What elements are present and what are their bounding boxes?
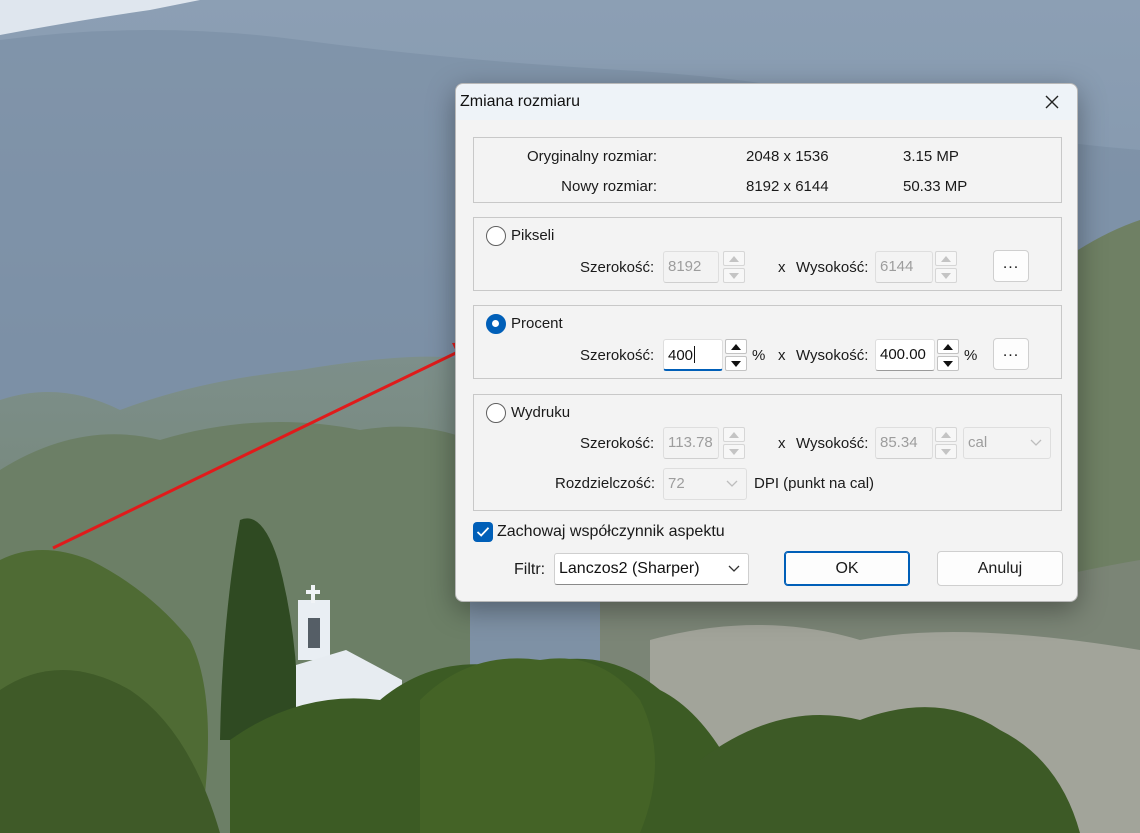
- new-size-dimensions: 8192 x 6144: [746, 178, 829, 195]
- new-size-label: Nowy rozmiar:: [561, 178, 657, 195]
- caret-down-icon: [729, 448, 739, 455]
- filter-label: Filtr:: [514, 561, 546, 578]
- chevron-down-icon: [1030, 439, 1042, 446]
- pixels-height-label: Wysokość:: [796, 259, 869, 276]
- original-size-label: Oryginalny rozmiar:: [526, 148, 657, 165]
- print-group: Wydruku Szerokość: 113.78 x Wysokość: 85…: [473, 394, 1062, 511]
- pixels-height-spinner[interactable]: [935, 251, 957, 283]
- pixels-width-spinner[interactable]: [723, 251, 745, 283]
- caret-up-icon: [941, 255, 951, 262]
- percent-height-input[interactable]: 400.00: [875, 339, 935, 371]
- print-unit-select[interactable]: cal: [963, 427, 1051, 459]
- print-height-label: Wysokość:: [796, 435, 869, 452]
- percent-width-spinner[interactable]: [725, 339, 747, 371]
- caret-down-icon: [941, 272, 951, 279]
- filter-value: Lanczos2 (Sharper): [559, 560, 700, 577]
- print-height-spinner[interactable]: [935, 427, 957, 459]
- original-size-dimensions: 2048 x 1536: [746, 148, 829, 165]
- spin-down-button[interactable]: [935, 268, 957, 283]
- caret-down-icon: [729, 272, 739, 279]
- keep-aspect-label[interactable]: Zachowaj współczynnik aspektu: [497, 523, 725, 541]
- pixels-width-label: Szerokość:: [580, 259, 655, 276]
- caret-up-icon: [729, 431, 739, 438]
- print-unit-value: cal: [968, 434, 988, 451]
- print-height-input[interactable]: 85.34: [875, 427, 933, 459]
- percent-radio[interactable]: [486, 314, 506, 334]
- print-radio[interactable]: [486, 403, 506, 423]
- caret-down-icon: [941, 448, 951, 455]
- original-size-megapixels: 3.15 MP: [903, 148, 959, 165]
- pixels-group: Pikseli Szerokość: 8192 x Wysokość: 6144…: [473, 217, 1062, 291]
- size-info-group: Oryginalny rozmiar: 2048 x 1536 3.15 MP …: [473, 137, 1062, 203]
- percent-x-separator: x: [778, 347, 786, 364]
- caret-down-icon: [943, 360, 953, 367]
- caret-up-icon: [943, 343, 953, 350]
- percent-more-button[interactable]: ...: [993, 338, 1029, 370]
- checkmark-icon: [476, 527, 490, 537]
- close-icon: [1045, 95, 1059, 109]
- text-cursor: [694, 346, 696, 363]
- spin-up-button[interactable]: [723, 427, 745, 442]
- caret-up-icon: [729, 255, 739, 262]
- pixels-height-input[interactable]: 6144: [875, 251, 933, 283]
- spin-up-button[interactable]: [935, 427, 957, 442]
- percent-radio-label[interactable]: Procent: [511, 315, 563, 332]
- resize-dialog: Zmiana rozmiaru Oryginalny rozmiar: 2048…: [455, 83, 1078, 602]
- spin-down-button[interactable]: [937, 356, 959, 371]
- percent-height-label: Wysokość:: [796, 347, 869, 364]
- percent-width-label: Szerokość:: [580, 347, 655, 364]
- keep-aspect-checkbox[interactable]: [473, 522, 493, 542]
- dialog-title: Zmiana rozmiaru: [460, 93, 581, 110]
- resolution-select[interactable]: 72: [663, 468, 747, 500]
- new-size-megapixels: 50.33 MP: [903, 178, 968, 195]
- spin-up-button[interactable]: [935, 251, 957, 266]
- cancel-button[interactable]: Anuluj: [937, 551, 1063, 586]
- print-radio-label[interactable]: Wydruku: [511, 404, 570, 421]
- filter-select[interactable]: Lanczos2 (Sharper): [554, 553, 749, 585]
- resolution-label: Rozdzielczość:: [555, 475, 656, 492]
- caret-up-icon: [941, 431, 951, 438]
- dialog-titlebar: Zmiana rozmiaru: [456, 84, 1077, 120]
- pixels-more-button[interactable]: ...: [993, 250, 1029, 282]
- pixels-radio[interactable]: [486, 226, 506, 246]
- percent-group: Procent Szerokość: 400 % x Wysokość: 400…: [473, 305, 1062, 379]
- percent-width-value: 400: [668, 347, 694, 364]
- print-width-label: Szerokość:: [580, 435, 655, 452]
- print-x-separator: x: [778, 435, 786, 452]
- pixels-x-separator: x: [778, 259, 786, 276]
- spin-down-button[interactable]: [723, 444, 745, 459]
- percent-width-unit: %: [752, 347, 766, 364]
- spin-up-button[interactable]: [723, 251, 745, 266]
- percent-height-spinner[interactable]: [937, 339, 959, 371]
- print-width-spinner[interactable]: [723, 427, 745, 459]
- print-width-input[interactable]: 113.78: [663, 427, 719, 459]
- ok-button[interactable]: OK: [784, 551, 910, 586]
- resolution-unit-label: DPI (punkt na cal): [754, 475, 875, 492]
- spin-down-button[interactable]: [725, 356, 747, 371]
- caret-down-icon: [731, 360, 741, 367]
- percent-height-unit: %: [964, 347, 978, 364]
- percent-width-input[interactable]: 400: [663, 339, 723, 371]
- pixels-width-input[interactable]: 8192: [663, 251, 719, 283]
- chevron-down-icon: [726, 480, 738, 487]
- spin-up-button[interactable]: [937, 339, 959, 354]
- spin-down-button[interactable]: [723, 268, 745, 283]
- chevron-down-icon: [728, 565, 740, 572]
- resolution-value: 72: [668, 475, 685, 492]
- spin-down-button[interactable]: [935, 444, 957, 459]
- close-button[interactable]: [1035, 87, 1069, 117]
- spin-up-button[interactable]: [725, 339, 747, 354]
- pixels-radio-label[interactable]: Pikseli: [511, 227, 554, 244]
- caret-up-icon: [731, 343, 741, 350]
